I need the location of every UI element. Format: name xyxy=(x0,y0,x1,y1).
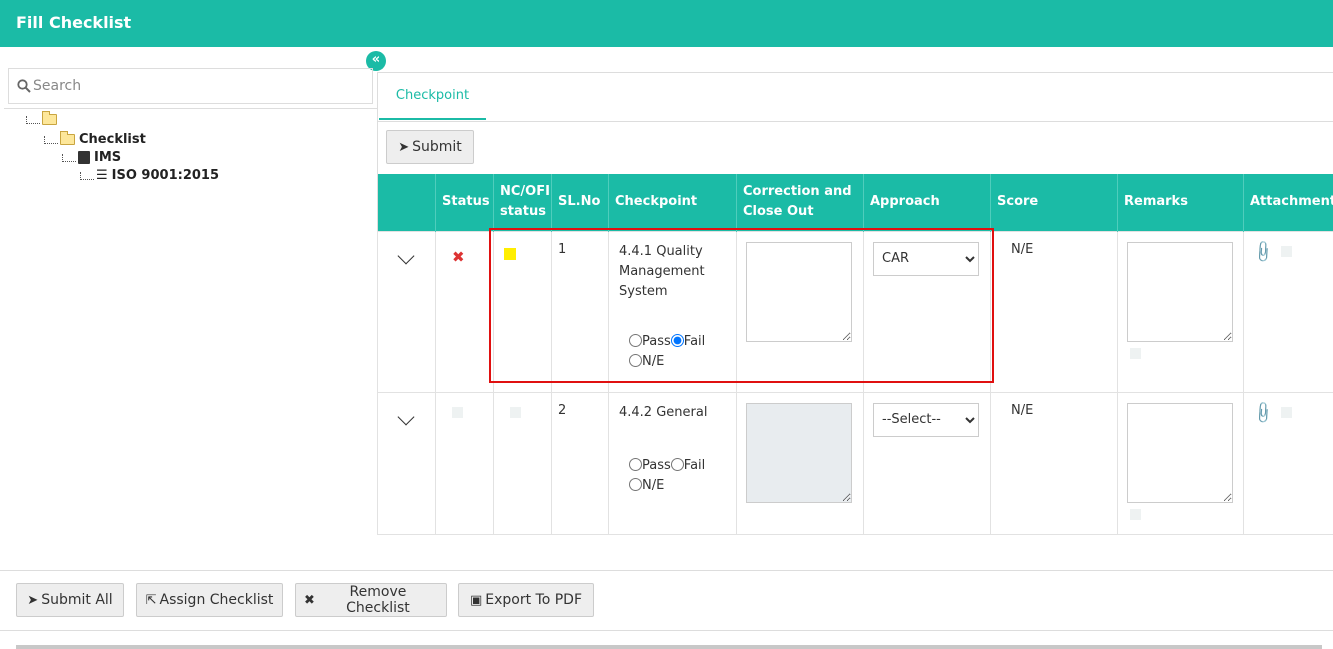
col-approach: Approach xyxy=(863,174,991,231)
tree-connector xyxy=(80,171,94,180)
status-cell xyxy=(435,391,494,535)
remove-checklist-button[interactable]: ✖ Remove Checklist xyxy=(295,583,447,617)
remarks-textarea[interactable] xyxy=(1127,241,1233,342)
remarks-checkbox[interactable] xyxy=(1130,508,1141,520)
send-icon: ➤ xyxy=(27,592,39,608)
ne-radio[interactable] xyxy=(629,477,642,491)
sidebar-divider xyxy=(4,108,377,109)
col-attachments: Attachments xyxy=(1243,174,1333,231)
tab-bar: Checkpoint xyxy=(377,72,1333,122)
export-file-icon: ▣ xyxy=(469,592,483,608)
search-input[interactable] xyxy=(33,78,353,94)
footer-bottom-divider xyxy=(0,630,1333,631)
share-icon: ⇱ xyxy=(145,592,157,608)
slno: 2 xyxy=(558,402,567,418)
submit-button[interactable]: ➤ Submit xyxy=(386,130,474,164)
col-expand xyxy=(377,174,436,231)
remarks-cell xyxy=(1117,391,1244,535)
col-score: Score xyxy=(990,174,1118,231)
highlight-box xyxy=(489,228,994,383)
fail-label: Fail xyxy=(683,457,706,473)
score-value: N/E xyxy=(1011,241,1034,257)
assign-checklist-label: Assign Checklist xyxy=(159,592,274,608)
remarks-cell xyxy=(1117,230,1244,393)
horizontal-scrollbar[interactable] xyxy=(16,645,1322,649)
table-header-row: Status NC/OFI status SL.No Checkpoint Co… xyxy=(377,174,1333,231)
chevron-down-icon[interactable] xyxy=(397,408,415,425)
expand-cell xyxy=(377,230,436,393)
approach-cell: --Select-- xyxy=(863,391,991,535)
checkpoint-cell: 4.4.2 General Pass Fail N/E xyxy=(608,391,737,535)
status-indicator xyxy=(452,406,463,418)
ncofi-status-indicator xyxy=(510,406,521,418)
paperclip-icon[interactable]: 📎 xyxy=(1250,239,1276,265)
score-cell: N/E xyxy=(990,230,1118,393)
tree-connector xyxy=(26,115,40,124)
send-icon: ➤ xyxy=(398,139,410,155)
attachment-checkbox[interactable] xyxy=(1280,245,1292,257)
attachments-cell: 📎 xyxy=(1243,391,1333,535)
pass-option[interactable]: Pass xyxy=(629,457,671,473)
checkpoint-text: 4.4.2 General xyxy=(619,404,708,420)
status-cell: ✖ xyxy=(435,230,494,393)
page-title-bar: Fill Checklist xyxy=(0,0,1333,47)
paperclip-icon[interactable]: 📎 xyxy=(1250,400,1276,426)
chevron-down-icon[interactable] xyxy=(397,247,415,264)
tree-label: ISO 9001:2015 xyxy=(111,168,219,183)
fail-radio[interactable] xyxy=(670,457,684,471)
close-icon: ✖ xyxy=(304,592,315,608)
list-icon: ☰ xyxy=(96,168,108,183)
tab-checkpoint[interactable]: Checkpoint xyxy=(379,73,486,120)
folder-icon xyxy=(42,111,57,125)
tree-connector xyxy=(44,135,58,144)
assign-checklist-button[interactable]: ⇱ Assign Checklist xyxy=(136,583,283,617)
attachments-cell: 📎 xyxy=(1243,230,1333,393)
tree-item-checklist[interactable]: Checklist xyxy=(44,131,146,147)
remarks-textarea[interactable] xyxy=(1127,402,1233,503)
tree-label: Checklist xyxy=(79,132,146,147)
tree-root[interactable] xyxy=(26,111,61,125)
remarks-checkbox[interactable] xyxy=(1130,347,1141,359)
folder-icon xyxy=(60,131,75,145)
slno-cell: 2 xyxy=(551,391,609,535)
tree-item-ims[interactable]: IMS xyxy=(62,150,121,165)
pass-label: Pass xyxy=(642,457,671,473)
tree-connector xyxy=(62,153,76,162)
ne-option[interactable]: N/E xyxy=(629,477,665,493)
correction-cell xyxy=(736,391,864,535)
export-pdf-label: Export To PDF xyxy=(485,592,583,608)
search-box xyxy=(8,68,373,104)
score-cell: N/E xyxy=(990,391,1118,535)
col-ncofi: NC/OFI status xyxy=(493,174,552,231)
submit-all-label: Submit All xyxy=(41,592,113,608)
submit-label: Submit xyxy=(412,139,462,155)
remove-checklist-label: Remove Checklist xyxy=(346,584,410,616)
footer-divider xyxy=(0,570,1333,571)
export-pdf-button[interactable]: ▣ Export To PDF xyxy=(458,583,594,617)
score-value: N/E xyxy=(1011,402,1034,418)
col-remarks: Remarks xyxy=(1117,174,1244,231)
fail-option[interactable]: Fail xyxy=(670,457,706,473)
book-icon xyxy=(78,151,90,164)
result-radio-group: Pass Fail N/E xyxy=(615,456,730,496)
search-icon xyxy=(17,79,31,93)
col-correction: Correction and Close Out xyxy=(736,174,864,231)
pass-radio[interactable] xyxy=(629,457,642,471)
tree-label: IMS xyxy=(94,150,122,165)
ne-label: N/E xyxy=(642,477,665,493)
expand-cell xyxy=(377,391,436,535)
approach-select[interactable]: --Select-- xyxy=(873,402,979,437)
col-slno: SL.No xyxy=(551,174,609,231)
tree-item-iso[interactable]: ☰ ISO 9001:2015 xyxy=(80,168,219,183)
correction-textarea xyxy=(746,402,852,503)
table-row: 2 4.4.2 General Pass Fail N/E --Select-- … xyxy=(377,391,1333,535)
fail-x-icon: ✖ xyxy=(452,247,465,266)
submit-all-button[interactable]: ➤ Submit All xyxy=(16,583,124,617)
col-checkpoint: Checkpoint xyxy=(608,174,737,231)
page-title: Fill Checklist xyxy=(16,13,132,32)
col-status: Status xyxy=(435,174,494,231)
attachment-checkbox[interactable] xyxy=(1280,406,1292,418)
ncofi-cell xyxy=(493,391,552,535)
